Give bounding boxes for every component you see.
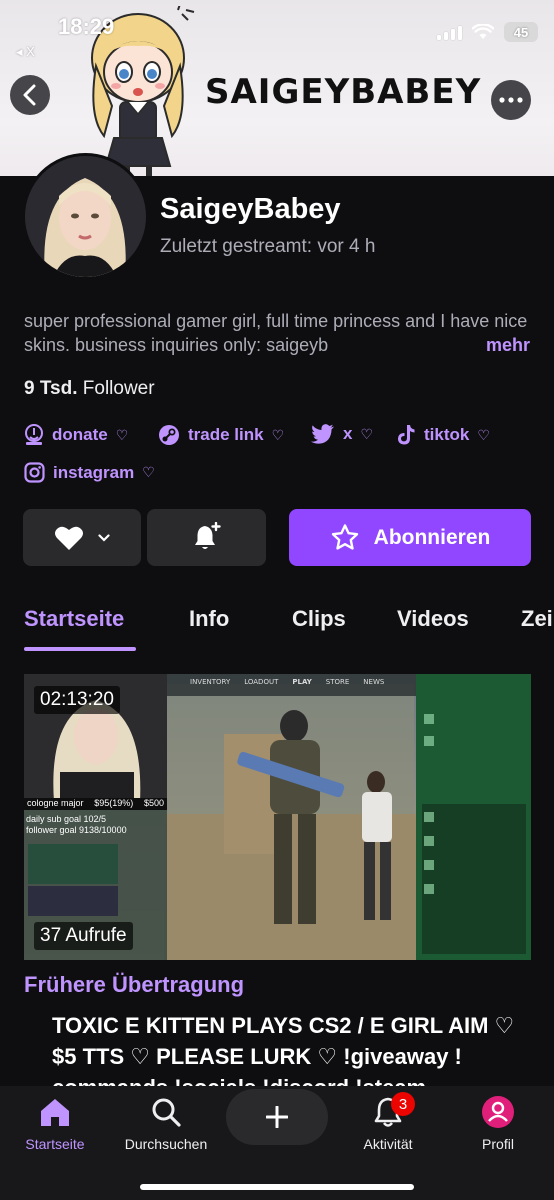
cologne-value: $95(19%)	[94, 798, 134, 808]
tab-zeitplan[interactable]: Zei	[521, 606, 553, 632]
game-menu-item: STORE	[325, 678, 350, 686]
cologne-target: $500	[143, 798, 164, 808]
nav-durchsuchen[interactable]: Durchsuchen	[111, 1092, 221, 1152]
create-button[interactable]	[226, 1089, 328, 1145]
steam-icon	[159, 425, 179, 445]
cologne-label: cologne major	[27, 798, 84, 808]
search-icon	[152, 1098, 181, 1127]
game-menu-item: LOADOUT	[244, 678, 279, 686]
video-views-badge: 37 Aufrufe	[34, 922, 133, 950]
heart-outline-icon: ♡	[142, 464, 155, 480]
notification-bell-button[interactable]	[147, 509, 266, 566]
video-type-label: Frühere Übertragung	[24, 972, 245, 997]
tiktok-icon	[398, 425, 415, 445]
game-menu-item: INVENTORY	[190, 678, 231, 686]
banner-title: SAIGEYBABEY	[205, 72, 482, 112]
subscribe-label: Abonnieren	[373, 525, 491, 549]
link-label: x	[343, 424, 353, 443]
heart-outline-icon: ♡	[115, 426, 129, 443]
tab-info[interactable]: Info	[189, 606, 229, 632]
follower-goal-text: follower goal 9138/10000	[26, 825, 127, 835]
chevron-down-icon	[98, 533, 110, 542]
tab-videos[interactable]: Videos	[397, 606, 469, 632]
star-outline-icon	[331, 523, 358, 550]
heart-outline-icon: ♡	[271, 426, 285, 443]
channel-bio: super professional gamer girl, full time…	[24, 309, 534, 357]
heart-outline-icon: ♡	[477, 426, 490, 443]
status-bar-time: 18:29	[58, 14, 115, 39]
channel-banner: 18:29 ◂ X 45 SAIGEYBABEY	[0, 0, 554, 176]
last-stream-status: Zuletzt gestreamt: vor 4 h	[160, 236, 376, 257]
video-title[interactable]: TOXIC E KITTEN PLAYS CS2 / E GIRL AIM ♡ …	[52, 1010, 532, 1086]
cologne-goal-bar: cologne major $95(19%) $500	[24, 798, 167, 810]
heart-outline-icon: ♡	[360, 425, 374, 442]
follow-button[interactable]	[23, 509, 141, 566]
follower-number: 9 Tsd.	[24, 378, 78, 399]
follower-label: Follower	[82, 378, 155, 399]
nav-aktivitaet[interactable]: 3 Aktivität	[333, 1092, 443, 1152]
back-button[interactable]	[10, 75, 50, 115]
nav-label: Aktivität	[363, 1136, 413, 1152]
video-thumbnail[interactable]: INVENTORY LOADOUT PLAY STORE NEWS cologn…	[24, 674, 531, 960]
tab-clips[interactable]: Clips	[292, 606, 346, 632]
video-duration-badge: 02:13:20	[34, 686, 120, 714]
instagram-icon	[24, 462, 45, 483]
stream-goals: daily sub goal 102/5 follower goal 9138/…	[26, 814, 127, 836]
status-bar-icons: 45	[437, 22, 538, 42]
tab-startseite[interactable]: Startseite	[24, 606, 124, 632]
nav-label: Profil	[482, 1136, 514, 1152]
link-trade[interactable]: trade link ♡	[158, 424, 284, 446]
subscribe-button[interactable]: Abonnieren	[289, 509, 531, 566]
notification-count-badge: 3	[391, 1092, 415, 1116]
donate-icon	[25, 424, 43, 445]
link-x[interactable]: x ♡	[311, 424, 373, 444]
avatar[interactable]	[22, 153, 149, 280]
sub-goal-text: daily sub goal 102/5	[26, 814, 107, 824]
more-options-button[interactable]	[491, 80, 531, 120]
nav-label: Startseite	[25, 1136, 85, 1152]
link-label: donate	[52, 425, 108, 444]
home-icon	[41, 1099, 69, 1126]
nav-startseite[interactable]: Startseite	[0, 1092, 110, 1152]
link-donate[interactable]: donate ♡	[24, 424, 128, 446]
bell-plus-icon	[194, 521, 221, 549]
bio-more-link[interactable]: mehr	[479, 333, 530, 357]
nav-profil[interactable]: Profil	[443, 1092, 553, 1152]
channel-tabs: Startseite Info Clips Videos Zei	[0, 600, 554, 651]
profile-avatar-icon	[482, 1096, 514, 1128]
twitter-icon	[311, 424, 334, 444]
chevron-left-icon	[23, 84, 36, 106]
plus-icon	[266, 1106, 288, 1128]
link-label: trade link	[188, 425, 264, 444]
cellular-signal-icon	[437, 24, 462, 40]
wifi-icon	[472, 24, 494, 39]
game-menu-item: NEWS	[363, 678, 385, 686]
more-dots-icon	[499, 97, 523, 103]
back-to-app-link[interactable]: ◂ X	[16, 44, 35, 60]
game-menu-bar: INVENTORY LOADOUT PLAY STORE NEWS	[190, 678, 384, 686]
bio-text: super professional gamer girl, full time…	[24, 311, 528, 355]
link-tiktok[interactable]: tiktok ♡	[396, 424, 490, 446]
bottom-navigation: Startseite Durchsuchen 3 Aktivität Profi…	[0, 1086, 554, 1200]
avatar-photo	[25, 156, 146, 277]
follower-count: 9 Tsd. Follower	[24, 378, 155, 400]
game-menu-item: PLAY	[292, 678, 312, 686]
link-label: instagram	[53, 462, 135, 482]
home-indicator	[140, 1184, 414, 1190]
active-tab-indicator	[24, 647, 136, 651]
nav-label: Durchsuchen	[124, 1136, 208, 1152]
link-label: tiktok	[424, 425, 470, 444]
battery-indicator: 45	[504, 22, 538, 42]
heart-icon	[55, 526, 83, 550]
link-instagram[interactable]: instagram ♡	[24, 462, 155, 483]
channel-name: SaigeyBabey	[160, 193, 341, 225]
